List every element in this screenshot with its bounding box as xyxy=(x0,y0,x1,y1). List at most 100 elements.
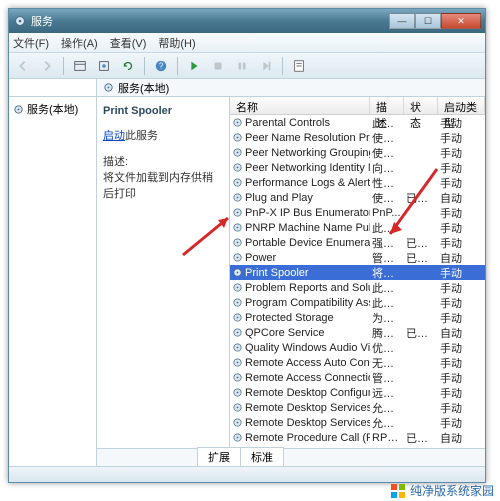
cell-desc: 使计... xyxy=(370,190,404,206)
table-row[interactable]: Remote Desktop Configurat...远程...手动 xyxy=(230,385,485,400)
cell-name: Remote Desktop Services U... xyxy=(230,417,370,429)
cell-name: Protected Storage xyxy=(230,312,370,324)
table-row[interactable]: Peer Networking Grouping使用...手动 xyxy=(230,145,485,160)
table-row[interactable]: Peer Name Resolution Proto...使用...手动 xyxy=(230,130,485,145)
cell-name: Remote Procedure Call (RP... xyxy=(230,447,370,449)
cell-desc: 此服... xyxy=(370,280,404,296)
table-row[interactable]: Parental Controls此服...手动 xyxy=(230,115,485,130)
pause-button[interactable] xyxy=(232,56,252,76)
cell-startup: 手动 xyxy=(438,160,485,176)
col-status[interactable]: 状态 xyxy=(404,97,438,114)
service-list: 名称 描述 状态 启动类型 Parental Controls此服...手动Pe… xyxy=(229,97,485,448)
cell-name: Parental Controls xyxy=(230,117,370,129)
table-row[interactable]: Remote Procedure Call (RP...在 W...手动 xyxy=(230,445,485,448)
cell-desc: 此服... xyxy=(370,295,404,311)
table-row[interactable]: QPCore Service腾讯...已启动自动 xyxy=(230,325,485,340)
back-button[interactable] xyxy=(13,56,33,76)
table-row[interactable]: Protected Storage为敏...手动 xyxy=(230,310,485,325)
toolbar-separator xyxy=(63,57,64,75)
table-row[interactable]: Problem Reports and Soluti...此服... 手动 xyxy=(230,280,485,295)
table-row[interactable]: PNRP Machine Name Public...此服...手动 xyxy=(230,220,485,235)
col-desc[interactable]: 描述 xyxy=(370,97,404,114)
cell-desc: 优质... xyxy=(370,340,404,356)
col-startup[interactable]: 启动类型 xyxy=(438,97,485,114)
restart-button[interactable] xyxy=(256,56,276,76)
tree-root[interactable]: 服务(本地) xyxy=(13,101,92,117)
cell-name: Peer Name Resolution Proto... xyxy=(230,132,370,144)
cell-startup: 手动 xyxy=(438,235,485,251)
cell-desc: 此服... xyxy=(370,220,404,236)
table-row[interactable]: PnP-X IP Bus EnumeratorPnP...手动 xyxy=(230,205,485,220)
cell-name: Peer Networking Identity M... xyxy=(230,162,370,174)
cell-status: 已启动 xyxy=(404,325,438,341)
cell-name: Quality Windows Audio Vide... xyxy=(230,342,370,354)
svg-text:?: ? xyxy=(159,61,164,70)
maximize-button[interactable]: ☐ xyxy=(415,13,441,29)
tab-standard[interactable]: 标准 xyxy=(240,447,284,466)
right-header-label: 服务(本地) xyxy=(118,80,169,96)
gear-icon xyxy=(13,104,24,115)
titlebar[interactable]: 服务 — ☐ ✕ xyxy=(9,9,485,33)
menu-help[interactable]: 帮助(H) xyxy=(158,35,195,51)
table-row[interactable]: Performance Logs & Alerts性能...手动 xyxy=(230,175,485,190)
table-row[interactable]: Remote Desktop Services U...允许...手动 xyxy=(230,415,485,430)
cell-name: Problem Reports and Soluti... xyxy=(230,282,370,294)
gear-icon xyxy=(13,14,27,28)
table-row[interactable]: Quality Windows Audio Vide...优质... 手动 xyxy=(230,340,485,355)
start-button[interactable] xyxy=(184,56,204,76)
cell-startup: 手动 xyxy=(438,445,485,449)
table-row[interactable]: Portable Device Enumerator ...强制...已启动手动 xyxy=(230,235,485,250)
watermark-text: 纯净版系统家园 xyxy=(410,482,494,499)
refresh-button[interactable] xyxy=(118,56,138,76)
table-row[interactable]: Program Compatibility Assi...此服...手动 xyxy=(230,295,485,310)
menu-view[interactable]: 查看(V) xyxy=(110,35,147,51)
cell-startup: 手动 xyxy=(438,310,485,326)
cell-name: Remote Desktop Services xyxy=(230,402,370,414)
gear-icon xyxy=(232,192,243,203)
gear-icon xyxy=(232,162,243,173)
export-button[interactable] xyxy=(94,56,114,76)
table-row[interactable]: Remote Access Connection ...管理...手动 xyxy=(230,370,485,385)
cell-name: Remote Access Auto Conne... xyxy=(230,357,370,369)
table-row[interactable]: Plug and Play使计...已启动自动 xyxy=(230,190,485,205)
minimize-button[interactable]: — xyxy=(389,13,415,29)
table-row[interactable]: Print Spooler将文...手动 xyxy=(230,265,485,280)
cell-name: Plug and Play xyxy=(230,192,370,204)
gear-icon xyxy=(232,342,243,353)
gear-icon xyxy=(103,82,114,93)
cell-startup: 手动 xyxy=(438,280,485,296)
gear-icon xyxy=(232,117,243,128)
start-service-link[interactable]: 启动 xyxy=(103,130,125,142)
show-hide-tree-button[interactable] xyxy=(70,56,90,76)
cell-desc: 管理... xyxy=(370,370,404,386)
cell-name: Remote Procedure Call (RPC) xyxy=(230,432,370,444)
cell-name: Power xyxy=(230,252,370,264)
gear-icon xyxy=(232,432,243,443)
gear-icon xyxy=(232,387,243,398)
menu-file[interactable]: 文件(F) xyxy=(13,35,49,51)
table-row[interactable]: Remote Access Auto Conne...无论...手动 xyxy=(230,355,485,370)
tab-extended[interactable]: 扩展 xyxy=(197,447,241,466)
close-button[interactable]: ✕ xyxy=(441,13,481,29)
gear-icon xyxy=(232,402,243,413)
table-row[interactable]: Power管理...已启动自动 xyxy=(230,250,485,265)
table-row[interactable]: Remote Procedure Call (RPC)RPC...已启动自动 xyxy=(230,430,485,445)
table-row[interactable]: Peer Networking Identity M...向对...手动 xyxy=(230,160,485,175)
help-button[interactable]: ? xyxy=(151,56,171,76)
cell-startup: 手动 xyxy=(438,340,485,356)
table-row[interactable]: Remote Desktop Services允许...手动 xyxy=(230,400,485,415)
forward-button[interactable] xyxy=(37,56,57,76)
cell-startup: 手动 xyxy=(438,175,485,191)
col-name[interactable]: 名称 xyxy=(230,97,370,114)
cell-startup: 自动 xyxy=(438,325,485,341)
menu-action[interactable]: 操作(A) xyxy=(61,35,98,51)
cell-desc: RPC... xyxy=(370,432,404,444)
cell-startup: 手动 xyxy=(438,385,485,401)
cell-startup: 自动 xyxy=(438,190,485,206)
cell-desc: 使用... xyxy=(370,145,404,161)
cell-startup: 手动 xyxy=(438,220,485,236)
properties-button[interactable] xyxy=(289,56,309,76)
stop-button[interactable] xyxy=(208,56,228,76)
list-body[interactable]: Parental Controls此服...手动Peer Name Resolu… xyxy=(230,115,485,448)
cell-desc: 无论... xyxy=(370,355,404,371)
